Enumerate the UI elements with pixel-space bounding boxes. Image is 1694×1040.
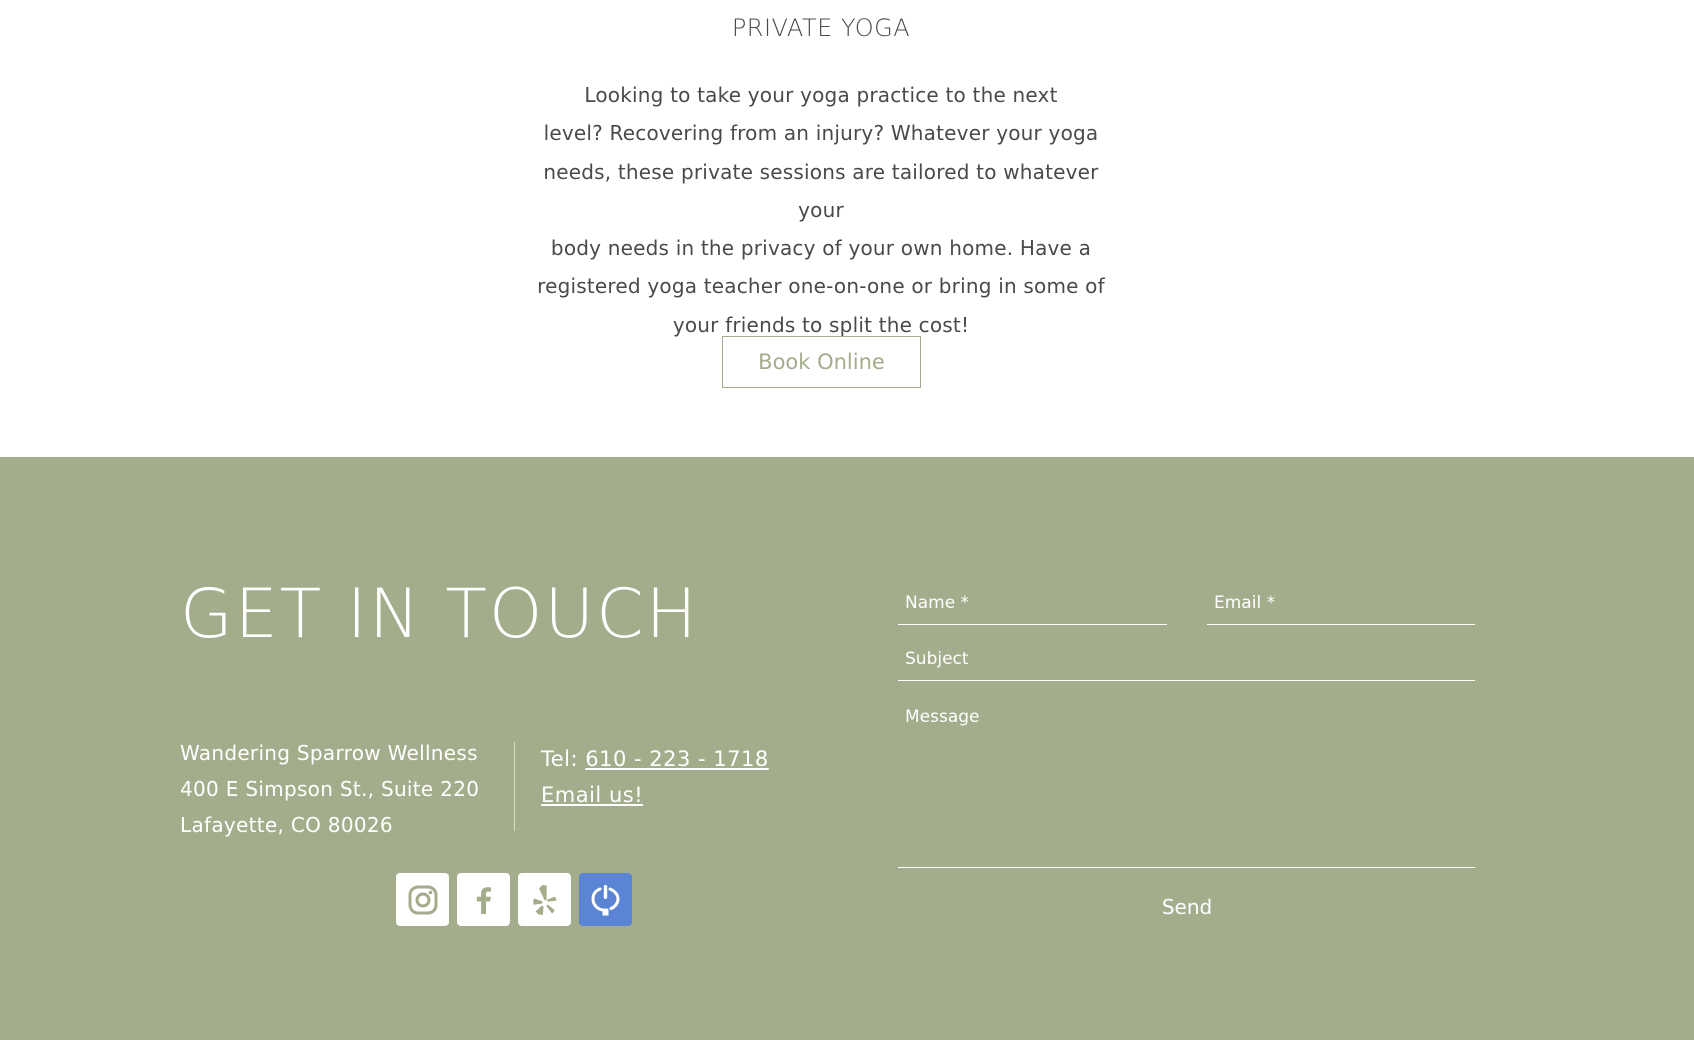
page: PRIVATE YOGA Looking to take your yoga p… — [0, 0, 1694, 1040]
email-line: Email us! — [541, 777, 769, 813]
contact-footer: GET IN TOUCH Wandering Sparrow Wellness … — [0, 457, 1694, 1040]
private-yoga-section: PRIVATE YOGA Looking to take your yoga p… — [0, 0, 1694, 457]
phone-prefix: Tel: — [541, 747, 586, 771]
instagram-icon — [408, 885, 437, 914]
email-input[interactable] — [1207, 581, 1475, 624]
phone-block: Tel: 610 - 223 - 1718 Email us! — [541, 741, 769, 813]
vertical-divider — [514, 742, 515, 831]
city-address: Lafayette, CO 80026 — [180, 813, 393, 837]
email-field-wrapper — [1207, 581, 1475, 625]
social-bar — [396, 873, 632, 926]
subject-field-wrapper — [898, 637, 1475, 681]
app-button[interactable] — [579, 873, 632, 926]
instagram-button[interactable] — [396, 873, 449, 926]
book-online-button[interactable]: Book Online — [722, 336, 921, 388]
name-input[interactable] — [898, 581, 1167, 624]
description-line: needs, these private sessions are tailor… — [543, 159, 1099, 222]
send-button[interactable]: Send — [1130, 883, 1244, 931]
description-line: body needs in the privacy of your own ho… — [550, 236, 1092, 261]
business-name: Wandering Sparrow Wellness — [180, 741, 478, 765]
message-textarea[interactable] — [898, 697, 1475, 867]
facebook-icon — [476, 886, 491, 914]
facebook-button[interactable] — [457, 873, 510, 926]
description-line: level? Recovering from an injury? Whatev… — [543, 121, 1099, 146]
description-line: registered yoga teacher one-on-one or br… — [537, 274, 1105, 299]
email-link[interactable]: Email us! — [541, 783, 643, 807]
service-title: PRIVATE YOGA — [731, 14, 911, 42]
street-address: 400 E Simpson St., Suite 220 — [180, 777, 480, 801]
yelp-icon — [532, 884, 557, 915]
service-description: Looking to take your yoga practice to th… — [521, 76, 1121, 344]
message-field-wrapper — [898, 697, 1475, 868]
subject-input[interactable] — [898, 637, 1475, 680]
contact-heading: GET IN TOUCH — [180, 575, 699, 654]
address-block: Wandering Sparrow Wellness 400 E Simpson… — [180, 735, 479, 843]
phone-line: Tel: 610 - 223 - 1718 — [541, 741, 769, 777]
power-app-icon — [590, 884, 620, 915]
phone-link[interactable]: 610 - 223 - 1718 — [585, 747, 768, 771]
yelp-button[interactable] — [518, 873, 571, 926]
description-line: Looking to take your yoga practice to th… — [584, 83, 1058, 107]
name-field-wrapper — [898, 581, 1167, 625]
